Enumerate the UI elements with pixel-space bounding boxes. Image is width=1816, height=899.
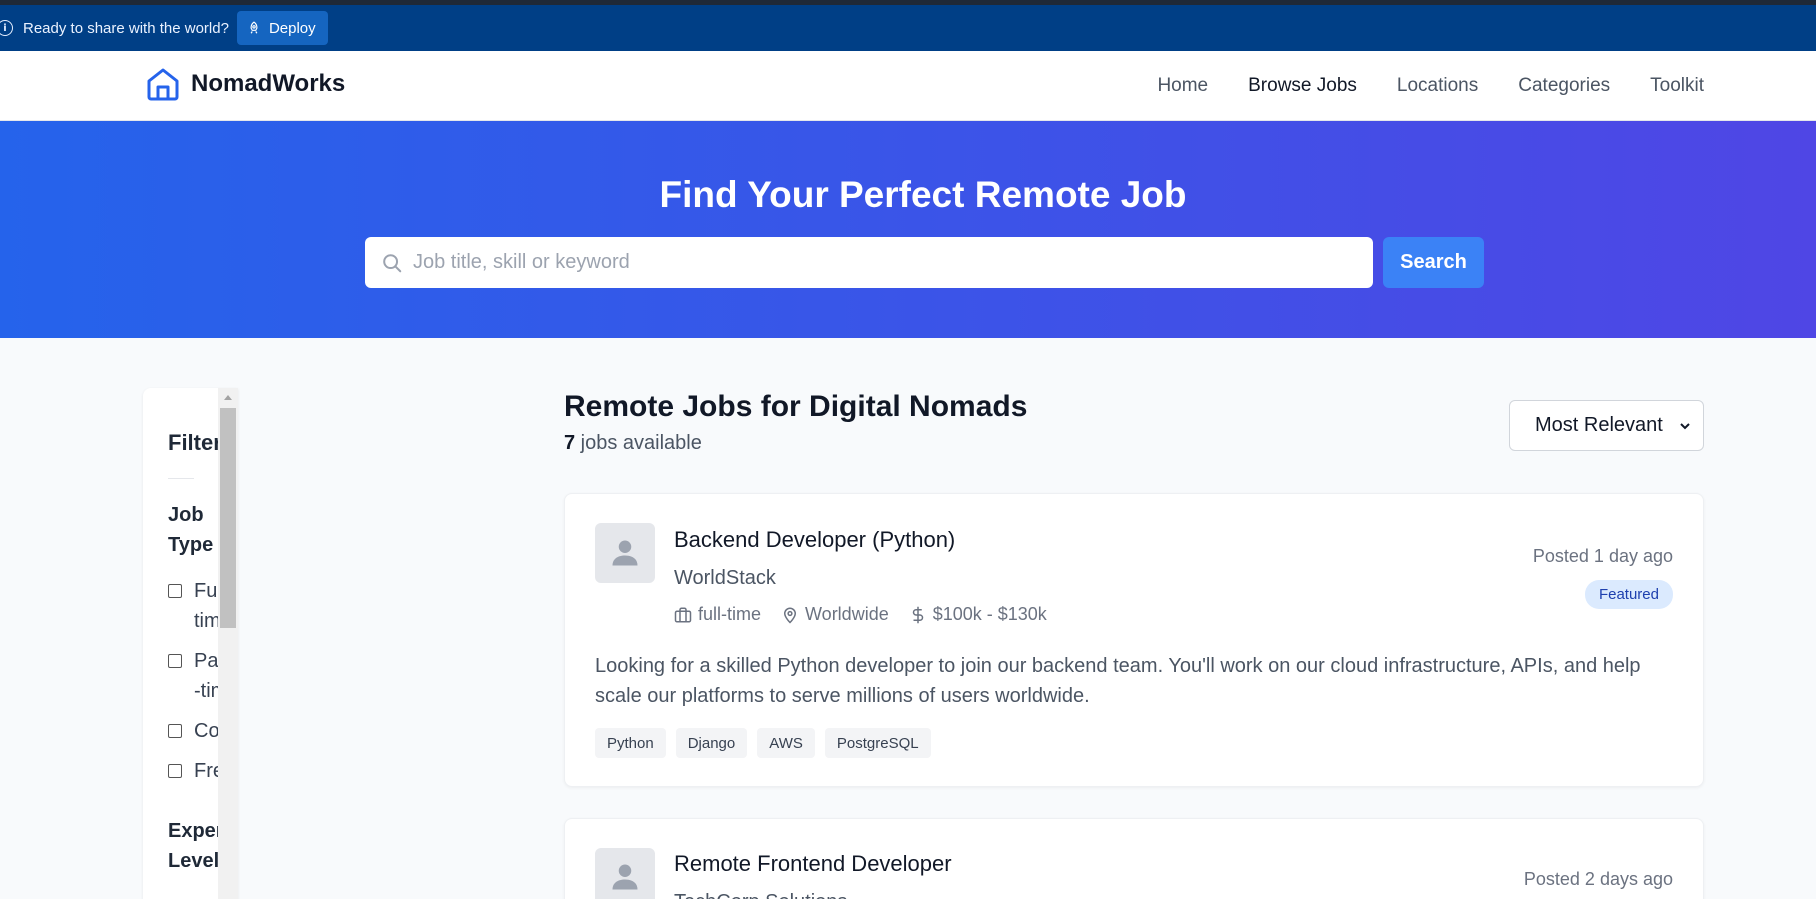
tag-aws[interactable]: AWS — [757, 728, 815, 758]
top-navbar: NomadWorks Home Browse Jobs Locations Ca… — [0, 51, 1816, 121]
info-icon: i — [0, 20, 13, 36]
nav-links: Home Browse Jobs Locations Categories To… — [1157, 51, 1704, 121]
deploy-button[interactable]: Deploy — [236, 11, 328, 45]
dollar-icon — [912, 606, 923, 623]
job-title[interactable]: Backend Developer (Python) — [674, 527, 955, 553]
job-count-number: 7 — [564, 432, 576, 454]
checkbox[interactable] — [168, 764, 182, 778]
job-salary: $100k - $130k — [909, 604, 1047, 625]
search-input[interactable] — [413, 251, 1313, 274]
job-location: Worldwide — [781, 604, 889, 625]
user-icon — [612, 540, 638, 566]
job-title[interactable]: Remote Frontend Developer — [674, 851, 952, 877]
map-pin-icon — [784, 607, 797, 624]
posted-date: Posted 1 day ago — [1532, 546, 1673, 566]
job-count-suffix: jobs available — [575, 432, 702, 454]
posted-date: Posted 2 days ago — [1523, 869, 1673, 889]
listing-header: Remote Jobs for Digital Nomads 7 jobs av… — [564, 390, 1027, 455]
job-count: 7 jobs available — [564, 432, 1027, 455]
company-avatar — [595, 523, 655, 583]
job-type: full-time — [674, 604, 761, 625]
sidebar-scrollbar[interactable] — [218, 388, 238, 899]
company-name: TechCorp Solutions — [674, 891, 847, 899]
deploy-button-label: Deploy — [268, 19, 316, 37]
search-button[interactable]: Search — [1383, 237, 1484, 288]
job-location-label: Worldwide — [805, 604, 889, 624]
featured-badge: Featured — [1584, 580, 1673, 609]
deploy-message: Ready to share with the world? — [23, 19, 229, 37]
search-icon — [383, 253, 402, 272]
search-box — [365, 237, 1373, 288]
hero-section: Find Your Perfect Remote Job Search — [0, 121, 1816, 338]
tag-django[interactable]: Django — [675, 728, 748, 758]
sort-selected-value: Most Relevant — [1535, 414, 1663, 436]
nav-link-locations[interactable]: Locations — [1397, 75, 1478, 97]
hero-title: Find Your Perfect Remote Job — [659, 174, 1187, 215]
briefcase-icon — [674, 607, 692, 622]
job-card[interactable]: Remote Frontend Developer TechCorp Solut… — [564, 818, 1704, 899]
job-tags: Python Django AWS PostgreSQL — [595, 728, 931, 758]
checkbox[interactable] — [168, 654, 182, 668]
job-type-label: full-time — [698, 604, 762, 624]
listing-heading: Remote Jobs for Digital Nomads — [564, 390, 1028, 423]
scrollbar-thumb[interactable] — [220, 408, 236, 628]
company-name: WorldStack — [674, 567, 776, 589]
checkbox[interactable] — [168, 584, 182, 598]
nav-link-toolkit[interactable]: Toolkit — [1650, 75, 1704, 97]
job-meta: full-time Worldwide $100k - $130k — [674, 604, 1047, 625]
chevron-down-icon — [1680, 423, 1690, 430]
job-description: Looking for a skilled Python developer t… — [595, 655, 1641, 707]
rocket-icon — [250, 21, 258, 34]
checkbox[interactable] — [168, 724, 182, 738]
job-salary-label: $100k - $130k — [932, 604, 1047, 624]
user-icon — [612, 864, 638, 890]
nav-link-browse-jobs[interactable]: Browse Jobs — [1248, 75, 1357, 97]
filters-divider — [168, 478, 194, 479]
brand-logo[interactable]: NomadWorks — [145, 66, 345, 102]
tag-postgresql[interactable]: PostgreSQL — [824, 728, 931, 758]
nav-link-home[interactable]: Home — [1157, 75, 1208, 97]
brand-name: NomadWorks — [191, 70, 346, 97]
home-logo-icon — [147, 68, 179, 101]
job-card[interactable]: Backend Developer (Python) WorldStack fu… — [564, 493, 1704, 787]
deploy-banner: i Ready to share with the world? Deploy — [0, 5, 1816, 51]
sort-select[interactable]: Most Relevant — [1509, 400, 1704, 451]
nav-link-categories[interactable]: Categories — [1518, 75, 1610, 97]
company-avatar — [595, 848, 655, 899]
tag-python[interactable]: Python — [595, 728, 666, 758]
scroll-up-arrow-icon[interactable] — [224, 395, 232, 400]
